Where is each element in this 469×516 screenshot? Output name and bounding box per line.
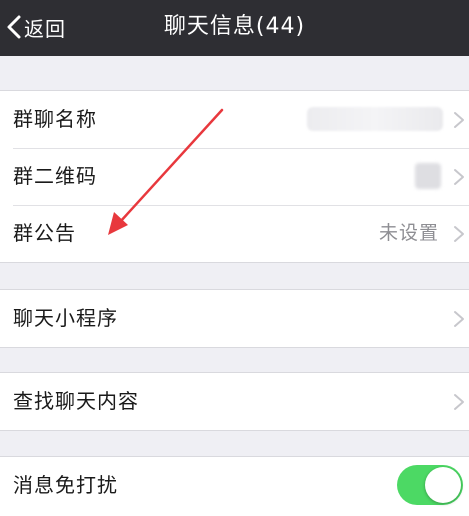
row-group-name[interactable]: 群聊名称 bbox=[0, 91, 469, 148]
chevron-right-icon bbox=[454, 226, 464, 242]
chat-info-screen: 返回 聊天信息(44) 群聊名称 群二维码 群公告 未设置 聊天小程序 查找聊天… bbox=[0, 0, 469, 516]
row-search-chat-content[interactable]: 查找聊天内容 bbox=[0, 373, 469, 430]
group-mini-programs: 聊天小程序 bbox=[0, 289, 469, 348]
group-settings-info: 群聊名称 群二维码 群公告 未设置 bbox=[0, 90, 469, 263]
row-group-announcement[interactable]: 群公告 未设置 bbox=[0, 205, 469, 262]
group-name-value-blurred bbox=[307, 107, 443, 131]
qrcode-thumbnail-blurred bbox=[415, 163, 441, 189]
navigation-bar: 返回 聊天信息(44) bbox=[0, 0, 469, 56]
chevron-right-icon bbox=[454, 394, 464, 410]
group-search: 查找聊天内容 bbox=[0, 372, 469, 431]
chevron-right-icon bbox=[454, 112, 464, 128]
row-group-qrcode[interactable]: 群二维码 bbox=[0, 148, 469, 205]
row-label: 消息免打扰 bbox=[13, 473, 118, 497]
row-label: 查找聊天内容 bbox=[13, 389, 139, 413]
row-label: 群聊名称 bbox=[13, 107, 97, 131]
announcement-value: 未设置 bbox=[378, 222, 439, 244]
page-title: 聊天信息(44) bbox=[163, 14, 306, 39]
chevron-right-icon bbox=[454, 311, 464, 327]
row-label: 群二维码 bbox=[13, 164, 97, 188]
toggle-knob bbox=[425, 467, 461, 503]
group-notifications: 消息免打扰 bbox=[0, 456, 469, 516]
chevron-right-icon bbox=[454, 169, 464, 185]
row-do-not-disturb: 消息免打扰 bbox=[0, 457, 469, 514]
row-chat-mini-programs[interactable]: 聊天小程序 bbox=[0, 290, 469, 347]
row-label: 群公告 bbox=[13, 221, 76, 245]
do-not-disturb-toggle[interactable] bbox=[397, 465, 463, 505]
row-label: 聊天小程序 bbox=[13, 306, 118, 330]
